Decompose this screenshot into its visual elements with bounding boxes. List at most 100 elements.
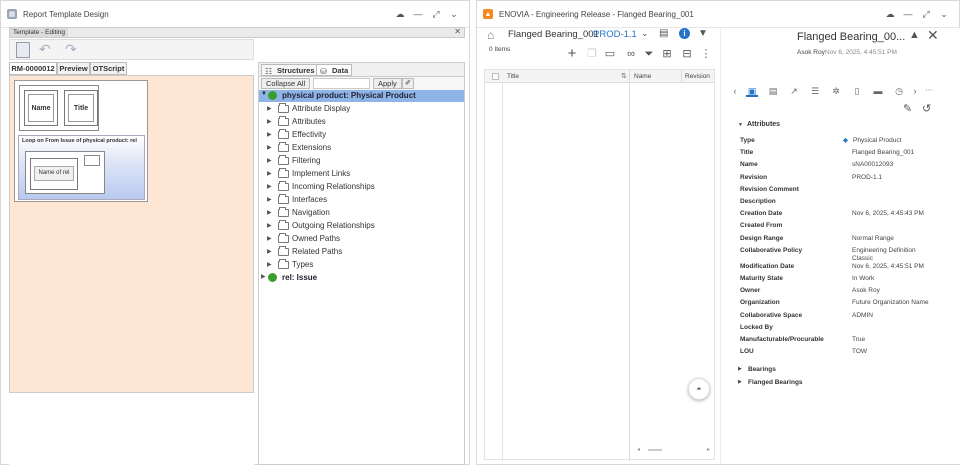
tree-item[interactable]: ▶ Outgoing Relationships: [267, 219, 375, 232]
edit-icon[interactable]: ✎: [903, 102, 912, 115]
apply-button[interactable]: Apply: [373, 78, 402, 89]
revision-dropdown-icon[interactable]: ⌄: [641, 28, 649, 39]
empty-cell[interactable]: [84, 155, 100, 166]
expand-arrow-icon[interactable]: ▶: [267, 105, 275, 112]
phone-icon[interactable]: ▤: [659, 28, 668, 39]
section-collapsed-icon[interactable]: ▶: [738, 379, 742, 385]
tab-history-icon[interactable]: ◷: [893, 85, 905, 97]
expand-arrow-icon[interactable]: ▶: [267, 157, 275, 164]
minimize-icon[interactable]: —: [409, 9, 427, 19]
filter-icon[interactable]: ⏷: [642, 47, 656, 61]
section-bearings[interactable]: Bearings: [748, 366, 776, 373]
tab-document-icon[interactable]: ▯: [851, 85, 863, 97]
attribute-value[interactable]: TOW: [852, 348, 867, 356]
undo-icon[interactable]: ↶: [39, 41, 51, 58]
tree-item[interactable]: ▶ Effectivity: [267, 128, 326, 141]
maximize-icon[interactable]: ⤢: [917, 9, 935, 20]
more-options-icon[interactable]: ⋮: [699, 47, 713, 61]
attribute-value[interactable]: Flanged Bearing_001: [852, 149, 914, 157]
tree-item[interactable]: ▶ Related Paths: [267, 245, 342, 258]
cloud-icon[interactable]: ☁: [881, 9, 899, 20]
rel-name-field[interactable]: Name of rel: [34, 166, 74, 181]
cloud-icon[interactable]: ☁: [391, 9, 409, 20]
info-icon[interactable]: i: [679, 28, 690, 39]
scroll-left-icon[interactable]: ◂: [637, 446, 640, 453]
tab-rm-0000012[interactable]: RM-0000012: [9, 62, 57, 75]
design-canvas[interactable]: Name Title Loop on From Issue of physica…: [9, 75, 254, 393]
title-field[interactable]: Title: [68, 94, 94, 122]
tree-item[interactable]: ▶ Types: [267, 258, 313, 271]
tab-preview[interactable]: Preview: [57, 62, 90, 75]
header-group[interactable]: Name Title: [19, 85, 99, 131]
object-revision[interactable]: PROD-1.1: [593, 29, 637, 40]
tab-properties-icon[interactable]: ▣: [746, 85, 758, 97]
tree-item[interactable]: ▶ Interfaces: [267, 193, 327, 206]
collapse-all-button[interactable]: Collapse All: [261, 78, 311, 89]
section-collapsed-icon[interactable]: ▶: [738, 366, 742, 372]
expand-arrow-icon[interactable]: ▶: [267, 248, 275, 255]
hierarchy-icon[interactable]: ⊟: [680, 47, 694, 61]
tab-comment-icon[interactable]: ▬: [872, 85, 884, 97]
section-attributes[interactable]: Attributes: [747, 121, 780, 128]
attribute-value[interactable]: Engineering Definition Classic: [852, 247, 932, 263]
column-name[interactable]: Name: [634, 73, 651, 80]
maximize-icon[interactable]: ⤢: [427, 9, 445, 20]
attribute-value[interactable]: Normal Range: [852, 235, 894, 243]
tree-item[interactable]: ▶ Implement Links: [267, 167, 350, 180]
expand-arrow-icon[interactable]: ▶: [267, 209, 275, 216]
collapse-up-icon[interactable]: ▲: [909, 29, 920, 41]
copy-icon[interactable]: ❐: [585, 47, 599, 61]
loop-group[interactable]: Name of rel: [25, 151, 105, 194]
tab-list-icon[interactable]: ☰: [809, 85, 821, 97]
name-field[interactable]: Name: [28, 94, 54, 122]
tab-structures[interactable]: ☷ Structures: [261, 64, 319, 76]
tabs-next-icon[interactable]: ›: [909, 85, 921, 97]
section-expanded-icon[interactable]: ▼: [738, 122, 743, 128]
add-icon[interactable]: +: [565, 46, 579, 61]
tab-network-icon[interactable]: ✲: [830, 85, 842, 97]
redo-icon[interactable]: ↷: [65, 41, 77, 58]
attribute-value[interactable]: In Work: [852, 275, 874, 283]
expand-arrow-icon[interactable]: ▶: [267, 144, 275, 151]
expand-arrow-icon[interactable]: ▶: [267, 183, 275, 190]
attribute-value[interactable]: Nov 6, 2025, 4:45:51 PM: [852, 263, 924, 271]
tab-share-icon[interactable]: ↗: [788, 85, 800, 97]
expand-arrow-icon[interactable]: ▶: [267, 222, 275, 229]
tree-root-row[interactable]: ▼ physical product: Physical Product: [259, 90, 464, 102]
tree-item[interactable]: ▶ Owned Paths: [267, 232, 340, 245]
minimize-icon[interactable]: —: [899, 9, 917, 19]
chevron-down-icon[interactable]: ⌄: [935, 9, 953, 20]
tree-item[interactable]: ▶ Navigation: [267, 206, 330, 219]
tree-item[interactable]: ▶ Filtering: [267, 154, 320, 167]
attribute-value[interactable]: True: [852, 336, 865, 344]
tree-rel-row[interactable]: ▶ rel: Issue: [259, 271, 464, 284]
horizontal-scrollbar[interactable]: [648, 449, 662, 451]
home-icon[interactable]: ⌂: [487, 28, 494, 42]
tree-item[interactable]: ▶ Extensions: [267, 141, 331, 154]
column-revision[interactable]: Revision: [685, 73, 710, 80]
attribute-value[interactable]: Nov 6, 2025, 4:45:43 PM: [852, 210, 924, 218]
clear-filter-icon[interactable]: ✐: [402, 78, 414, 89]
folder-action-icon[interactable]: ▭: [603, 47, 617, 61]
tab-data[interactable]: ⛁ Data: [316, 64, 353, 76]
attribute-value[interactable]: Physical Product: [853, 137, 901, 145]
tab-otscript[interactable]: OTScript: [90, 62, 127, 75]
expand-arrow-icon[interactable]: ▼: [261, 91, 267, 97]
assistant-icon[interactable]: ◓: [688, 378, 710, 400]
new-document-icon[interactable]: [16, 42, 30, 58]
reset-icon[interactable]: ↺: [922, 102, 931, 115]
tabs-prev-icon[interactable]: ‹: [729, 85, 741, 97]
structure-icon[interactable]: ⊞: [660, 47, 674, 61]
filter-input[interactable]: [313, 78, 370, 89]
attribute-value[interactable]: PROD-1.1: [852, 174, 882, 182]
loop-region[interactable]: Loop on From Issue of physical product: …: [18, 135, 145, 200]
tabs-overflow-icon[interactable]: ⋯: [923, 85, 935, 97]
attribute-value[interactable]: Asok Roy: [852, 287, 880, 295]
binoculars-icon[interactable]: ∞: [624, 47, 638, 61]
column-title[interactable]: Title: [507, 73, 519, 80]
tab-clipboard-icon[interactable]: ▤: [767, 85, 779, 97]
section-flanged-bearings[interactable]: Flanged Bearings: [748, 379, 803, 386]
expand-arrow-icon[interactable]: ▶: [267, 196, 275, 203]
expand-arrow-icon[interactable]: ▶: [267, 170, 275, 177]
attribute-value[interactable]: ADMIN: [852, 312, 873, 320]
